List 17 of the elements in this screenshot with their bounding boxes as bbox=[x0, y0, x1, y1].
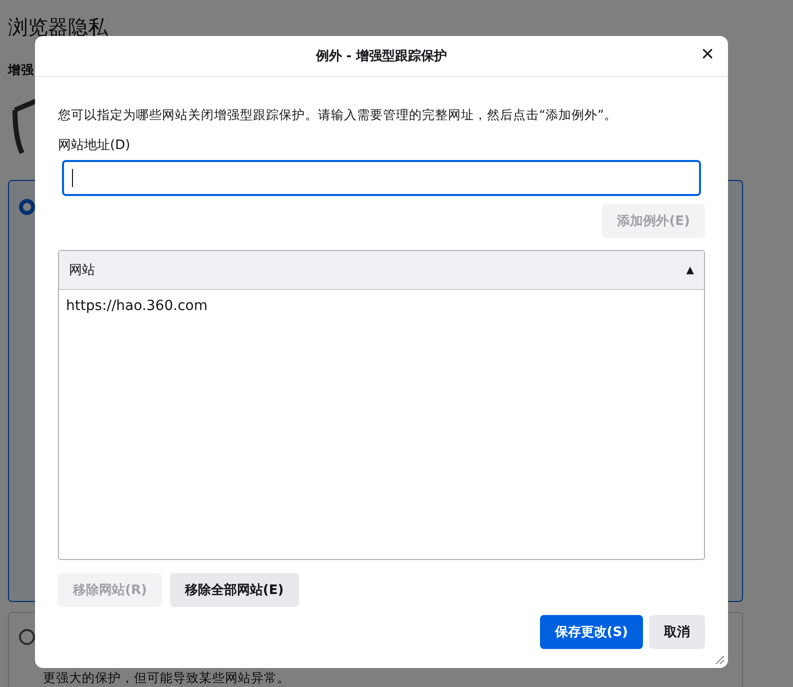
address-field[interactable] bbox=[62, 160, 701, 196]
description-text: 您可以指定为哪些网站关闭增强型跟踪保护。请输入需要管理的完整网址，然后点击“添加例外”。 bbox=[58, 107, 618, 124]
cancel-button[interactable]: 取消 bbox=[649, 615, 705, 649]
page-heading: 浏览器隐私 bbox=[8, 14, 108, 41]
dialog-title: 例外 - 增强型跟踪保护 bbox=[316, 48, 448, 65]
column-header[interactable]: 网站 bbox=[69, 261, 95, 279]
save-button[interactable]: 保存更改(S) bbox=[540, 615, 643, 649]
resize-grip-icon[interactable] bbox=[715, 655, 725, 665]
field-label: 网站地址(D) bbox=[58, 137, 132, 154]
option-description: 更强大的保护，但可能导致某些网站异常。 bbox=[43, 670, 290, 685]
section-title: 增强 bbox=[8, 62, 34, 79]
radio-button[interactable] bbox=[19, 199, 35, 215]
radio-button[interactable] bbox=[19, 629, 35, 645]
close-button[interactable]: × bbox=[695, 42, 720, 66]
sort-indicator[interactable]: ▲ bbox=[686, 264, 694, 276]
site-row[interactable]: https://hao.360.com bbox=[59, 290, 704, 322]
remove-button[interactable]: 移除全部网站(E) bbox=[170, 573, 299, 607]
